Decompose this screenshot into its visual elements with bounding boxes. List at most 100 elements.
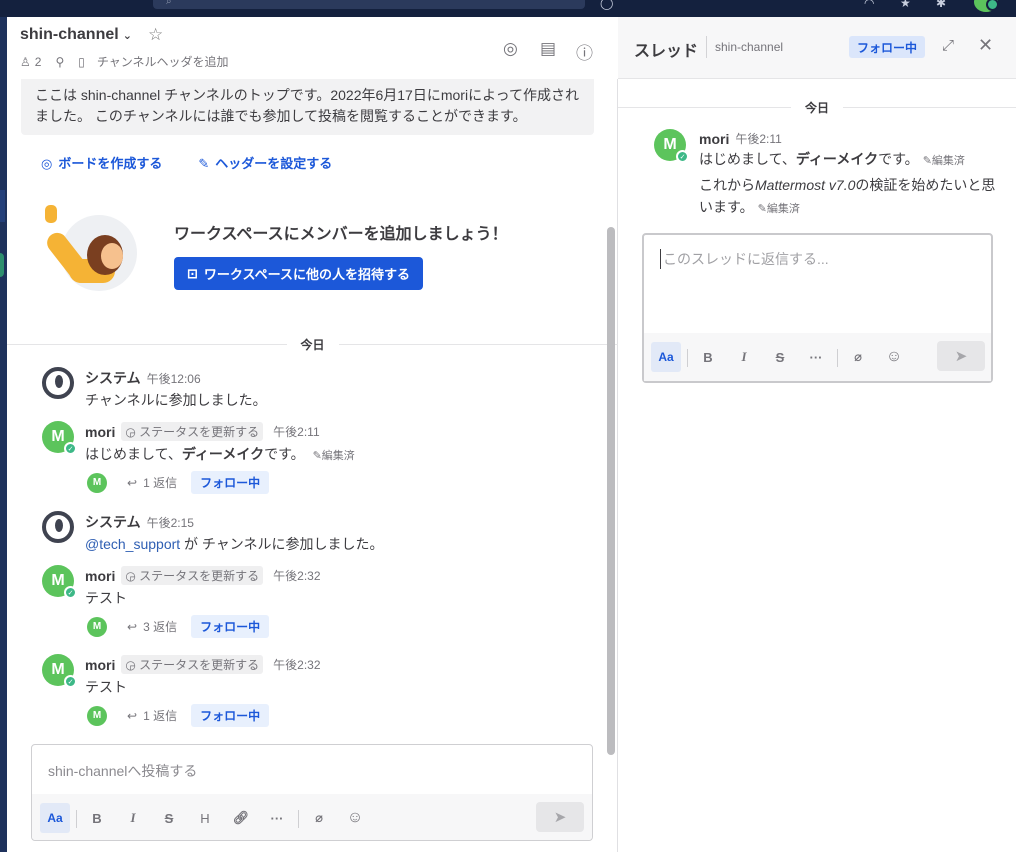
date-separator: 今日 — [618, 97, 1016, 117]
emoji-icon[interactable]: ☺ — [879, 342, 909, 372]
post-time[interactable]: 午後2:32 — [273, 567, 320, 584]
target-icon[interactable]: ◎ — [503, 39, 518, 59]
reply-input[interactable]: このスレッドに返信する... — [660, 249, 829, 269]
attachment-icon[interactable]: ⌀ — [304, 803, 334, 833]
message-input[interactable]: shin-channelへ投稿する — [48, 761, 197, 781]
more-formatting-icon[interactable]: ··· — [262, 803, 292, 833]
formatting-bar: Aa B I S H 🔗︎ ··· ⌀ ☺ ➤ — [32, 794, 592, 840]
follow-button[interactable]: フォロー中 — [191, 704, 270, 727]
send-button[interactable]: ➤ — [937, 341, 985, 371]
formatting-toggle-button[interactable]: Aa — [651, 342, 681, 372]
invite-people-button[interactable]: ⊡ ワークスペースに他の人を招待する — [174, 257, 423, 290]
edited-label: 編集済 — [766, 203, 800, 215]
thread-reply-composer[interactable]: このスレッドに返信する... Aa B I S ··· ⌀ ☺ ➤ — [642, 233, 993, 383]
update-status-button[interactable]: ◶ ステータスを更新する — [121, 422, 264, 441]
edited-label: 編集済 — [321, 450, 355, 462]
global-header: ⌕ ◯ ◠ ★ ✱ — [0, 0, 1016, 17]
channel-name: shin-channel — [20, 26, 119, 43]
online-status-icon: ✓ — [676, 150, 689, 163]
user-mention-link[interactable]: @tech_support — [85, 536, 180, 552]
edited-indicator: ✎編集済 — [922, 155, 965, 167]
mention-icon[interactable]: ◠ — [864, 0, 874, 10]
date-separator: 今日 — [7, 334, 618, 354]
follow-button[interactable]: フォロー中 — [191, 615, 270, 638]
message-composer[interactable]: shin-channelへ投稿する Aa B I S H 🔗︎ ··· ⌀ ☺ … — [31, 744, 593, 841]
saved-icon[interactable]: ★ — [900, 0, 911, 10]
reply-icon: ↩ — [127, 619, 138, 634]
more-formatting-icon[interactable]: ··· — [801, 342, 831, 372]
attachment-icon[interactable]: ⌀ — [843, 342, 873, 372]
reply-count[interactable]: 1 返信 — [143, 474, 177, 491]
search-box[interactable] — [153, 0, 585, 9]
favorite-star-icon[interactable]: ☆ — [148, 25, 163, 45]
post-username[interactable]: mori — [85, 424, 115, 440]
member-count[interactable]: 2 — [35, 55, 42, 69]
follow-button[interactable]: フォロー中 — [191, 471, 270, 494]
post-username[interactable]: mori — [85, 657, 115, 673]
help-icon[interactable]: ◯ — [600, 0, 613, 10]
msg-bold: ディーメイク — [795, 151, 879, 167]
post-time[interactable]: 午後2:11 — [735, 130, 781, 147]
system-avatar — [42, 367, 74, 399]
pin-icon[interactable]: ⚲ — [55, 55, 64, 69]
avatar-letter: M — [92, 710, 102, 721]
strikethrough-icon[interactable]: S — [765, 342, 795, 372]
update-status-button[interactable]: ◶ ステータスを更新する — [121, 655, 264, 674]
clipboard-icon[interactable]: ▤ — [540, 39, 556, 59]
formatting-toggle-button[interactable]: Aa — [40, 803, 70, 833]
msg-text: はじめまして、 — [85, 446, 182, 462]
settings-icon[interactable]: ✱ — [936, 0, 946, 10]
emoji-icon[interactable]: ☺ — [340, 803, 370, 833]
participant-avatar: M — [87, 616, 107, 637]
send-button[interactable]: ➤ — [536, 802, 584, 832]
post-message: @tech_support が チャンネルに参加しました。 — [85, 534, 384, 554]
channel-header-placeholder[interactable]: チャンネルヘッダを追加 — [97, 53, 229, 70]
thread-footer: M ↩ 1 返信 フォロー中 — [87, 471, 270, 494]
post-time[interactable]: 午後2:11 — [273, 423, 319, 440]
channel-name-menu[interactable]: shin-channel ⌄ — [20, 26, 132, 44]
online-status-icon: ✓ — [64, 586, 77, 599]
post-username[interactable]: システム — [85, 368, 141, 388]
post-message: チャンネルに参加しました。 — [85, 392, 267, 408]
post-username[interactable]: mori — [699, 131, 729, 147]
post-time[interactable]: 午後2:15 — [147, 514, 194, 531]
italic-icon[interactable]: I — [118, 803, 148, 833]
heading-icon[interactable]: H — [190, 803, 220, 833]
reply-count[interactable]: 1 返信 — [143, 707, 177, 724]
channel-subheader: ♙ 2 ⚲ ▯ チャンネルヘッダを追加 — [20, 53, 229, 70]
avatar-letter: M — [51, 572, 65, 589]
bold-icon[interactable]: B — [82, 803, 112, 833]
members-icon[interactable]: ♙ — [20, 55, 31, 69]
update-status-button[interactable]: ◶ ステータスを更新する — [121, 566, 264, 585]
post-time[interactable]: 午後2:32 — [273, 656, 320, 673]
post-time[interactable]: 午後12:06 — [147, 370, 201, 387]
expand-icon[interactable]: ⤢ — [942, 37, 954, 54]
strikethrough-icon[interactable]: S — [154, 803, 184, 833]
intro-actions: ◎ ボードを作成する ✎ ヘッダーを設定する — [41, 153, 332, 172]
file-icon[interactable]: ▯ — [78, 55, 85, 69]
date-separator-label: 今日 — [286, 336, 339, 353]
edited-label: 編集済 — [931, 155, 965, 167]
bold-icon[interactable]: B — [693, 342, 723, 372]
post-message: テスト — [85, 679, 127, 695]
info-icon[interactable]: ⓘ — [576, 39, 593, 64]
thread-footer: M ↩ 1 返信 フォロー中 — [87, 704, 270, 727]
create-board-link[interactable]: ◎ ボードを作成する — [41, 153, 162, 172]
search-icon: ⌕ — [166, 0, 172, 7]
link-icon[interactable]: 🔗︎ — [226, 803, 256, 833]
update-status-label: ステータスを更新する — [139, 425, 260, 439]
italic-icon[interactable]: I — [729, 342, 759, 372]
online-status-icon — [986, 0, 999, 11]
thread-channel-link[interactable]: shin-channel — [715, 40, 783, 54]
thread-follow-button[interactable]: フォロー中 — [849, 36, 926, 58]
board-icon: ◎ — [41, 156, 53, 171]
thread-footer: M ↩ 3 返信 フォロー中 — [87, 615, 270, 638]
post-list-scrollbar[interactable] — [607, 227, 615, 755]
set-header-link[interactable]: ✎ ヘッダーを設定する — [198, 153, 332, 172]
reply-count[interactable]: 3 返信 — [143, 618, 177, 635]
post-username[interactable]: システム — [85, 512, 141, 532]
avatar-letter: M — [51, 661, 65, 678]
post-username[interactable]: mori — [85, 568, 115, 584]
system-avatar — [42, 511, 74, 543]
close-icon[interactable]: ✕ — [978, 35, 993, 56]
